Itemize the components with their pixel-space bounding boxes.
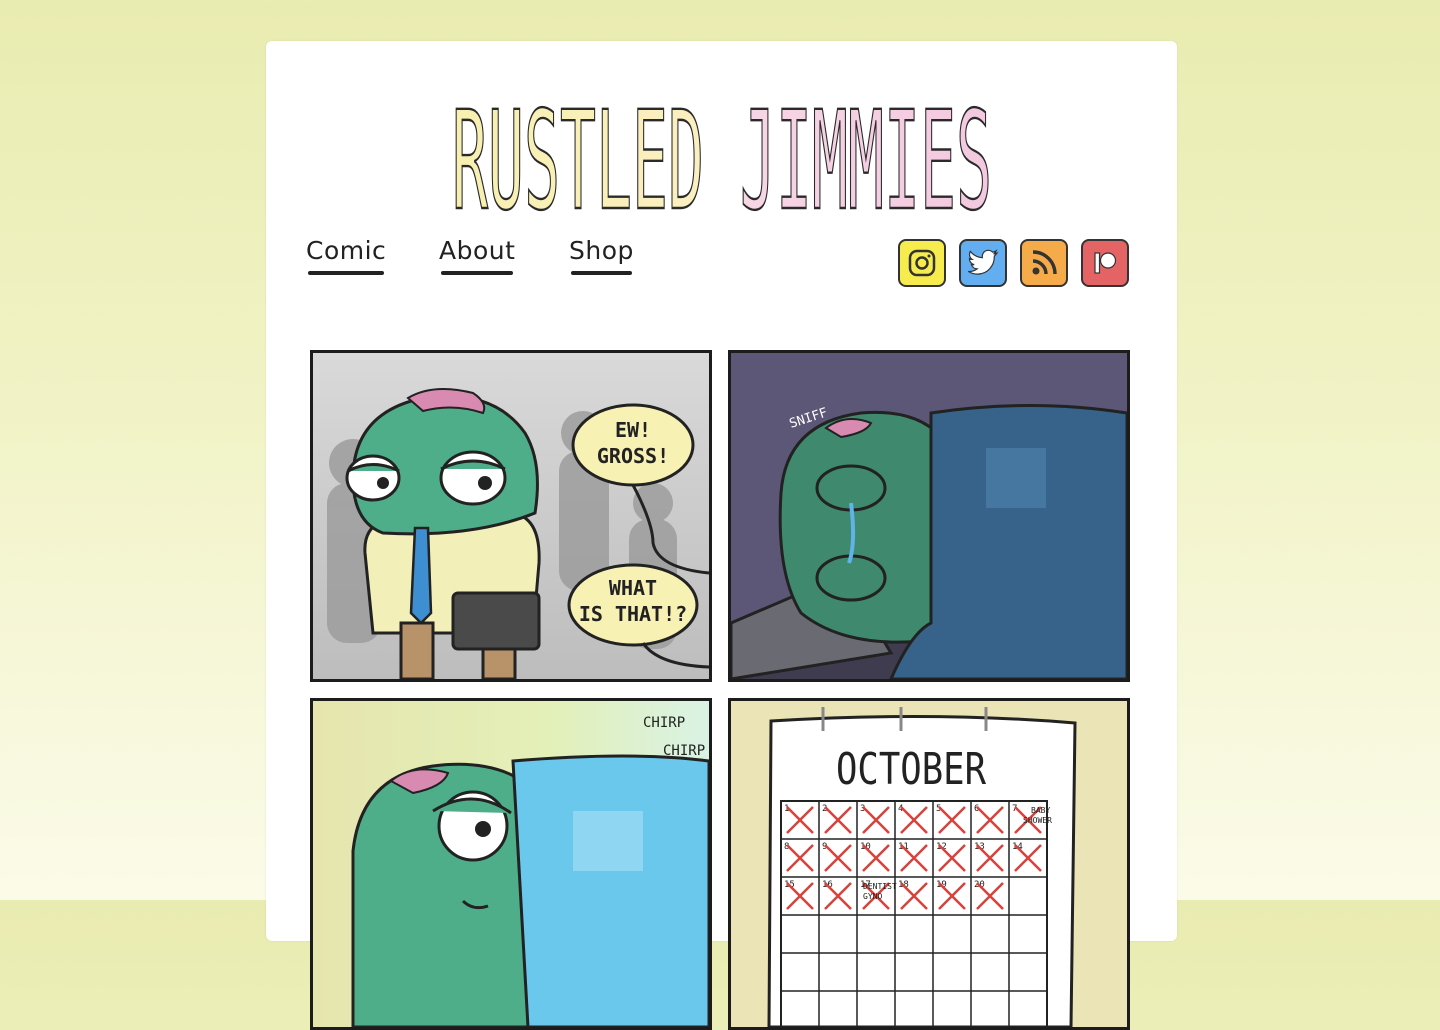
rss-icon (1032, 250, 1057, 275)
nav-underline (571, 271, 632, 275)
nav-shop[interactable]: Shop (569, 236, 634, 275)
rss-link[interactable] (1020, 239, 1068, 287)
nav-underline (308, 271, 385, 275)
nav-underline (441, 271, 514, 275)
logo-text: RUSTLED JIMMIES (452, 96, 992, 226)
comic-panel-4: OCTOBER 1234567891011121314151617181920 … (728, 698, 1130, 1030)
calendar-note: DENTIST (863, 882, 897, 891)
comic-panel-2: SNIFF (728, 350, 1130, 682)
calendar-month: OCTOBER (836, 744, 986, 795)
calendar-note: BABY (1031, 806, 1050, 815)
sfx-text: CHIRP (643, 715, 685, 731)
main-card: RUSTLED JIMMIES Comic About Shop EW! GRO… (266, 41, 1177, 1030)
nav-about[interactable]: About (439, 236, 516, 275)
sfx-text: CHIRP (663, 743, 705, 759)
nav-comic-label: Comic (306, 236, 387, 265)
bubble-line: IS THAT!? (579, 602, 687, 626)
bubble-line: WHAT (609, 576, 657, 600)
twitter-icon (967, 249, 999, 275)
logo-wordmark: RUSTLED JIMMIES (450, 96, 992, 226)
bubble-line: EW! (615, 418, 651, 442)
comic-panel-1: EW! GROSS! WHAT IS THAT!? (310, 350, 712, 682)
nav-comic[interactable]: Comic (306, 236, 387, 275)
twitter-link[interactable] (959, 239, 1007, 287)
patreon-icon (1094, 252, 1117, 274)
instagram-icon (908, 249, 936, 277)
calendar-note: SHOWER (1023, 816, 1052, 825)
nav-about-label: About (439, 236, 516, 265)
site-logo[interactable]: RUSTLED JIMMIES (266, 81, 1177, 241)
comic-panel-3: CHIRP CHIRP (310, 698, 712, 1030)
patreon-link[interactable] (1081, 239, 1129, 287)
nav-shop-label: Shop (569, 236, 634, 265)
instagram-link[interactable] (898, 239, 946, 287)
bubble-line: GROSS! (597, 444, 669, 468)
